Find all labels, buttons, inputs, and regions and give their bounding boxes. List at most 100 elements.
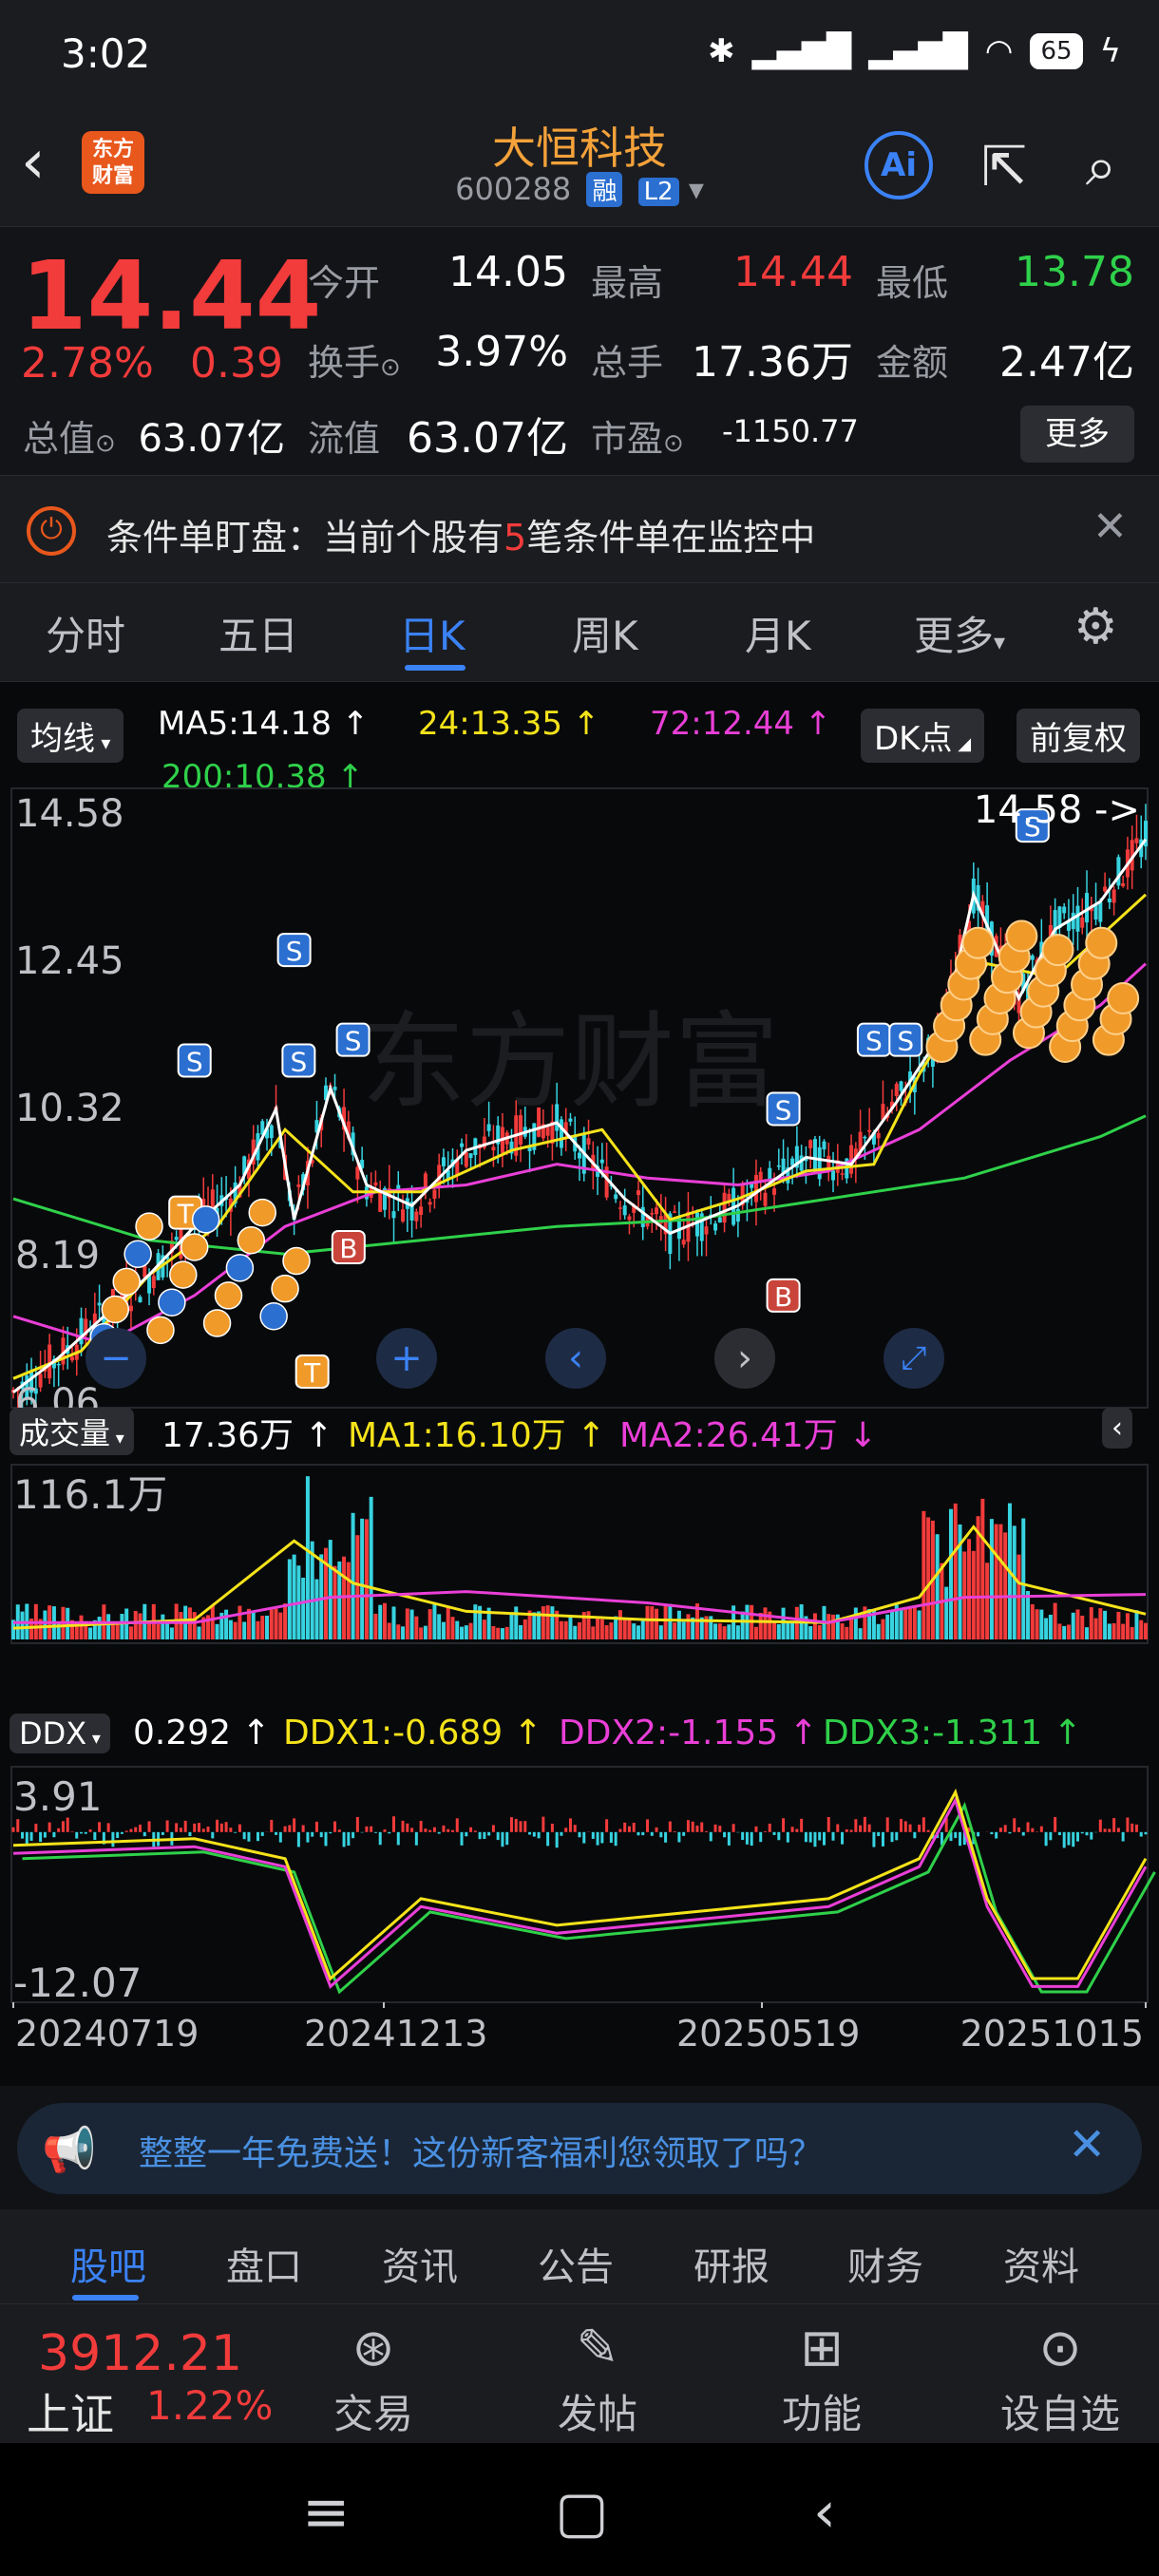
ma24-readout: 24:13.35 ↑ (418, 705, 600, 743)
volume-bar (514, 1606, 519, 1639)
ddx-bar (211, 1831, 215, 1839)
ddx-bar (142, 1831, 146, 1837)
ddx-bar (1139, 1831, 1143, 1837)
candle-body (681, 1240, 686, 1245)
ddx-bar (863, 1816, 866, 1832)
zoom-in-button[interactable]: + (376, 1328, 437, 1389)
ddx-bar (609, 1831, 613, 1844)
ddx-bar (406, 1823, 409, 1832)
search-icon[interactable]: ⌕ (1068, 133, 1134, 199)
ddx-bar (75, 1831, 79, 1839)
add-watchlist-label: 设自选 (999, 2391, 1120, 2437)
ddx-bar (750, 1831, 753, 1847)
volume-indicator-selector[interactable]: 成交量 ▾ (10, 1408, 134, 1455)
ddx-bar (275, 1831, 278, 1835)
ddx-bar (324, 1831, 328, 1847)
tab-news[interactable]: 资讯 (382, 2236, 458, 2291)
ddx-bar (165, 1820, 169, 1832)
ddx-bar (673, 1830, 676, 1832)
trade-button[interactable]: ⊛ 交易 (302, 2318, 445, 2440)
candle-body (441, 1157, 446, 1166)
tab-monthly-k[interactable]: 月K (745, 604, 811, 662)
ddx-bar (80, 1831, 84, 1834)
volume-bar (853, 1607, 858, 1639)
index-ticker[interactable]: 3912.21 上证 1.22% (0, 2304, 285, 2443)
close-icon[interactable]: ✕ (1068, 2118, 1106, 2171)
volume-bar (686, 1614, 691, 1639)
tab-finance[interactable]: 财务 (847, 2236, 923, 2291)
ddx-bar (70, 1831, 74, 1832)
main-indicator-selector[interactable]: 均线 ▾ (17, 709, 124, 763)
post-button[interactable]: ✎ 发帖 (526, 2318, 669, 2440)
ddx-indicator-selector[interactable]: DDX ▾ (10, 1714, 110, 1753)
adjustment-button[interactable]: 前复权 (1016, 709, 1140, 763)
volume-bar (147, 1622, 152, 1639)
volume-bar (369, 1496, 373, 1639)
collapse-chevron-icon[interactable]: ‹ (1102, 1408, 1132, 1449)
ai-assistant-button[interactable]: Ai (864, 131, 933, 199)
tab-more[interactable]: 更多▾ (914, 604, 1005, 662)
tab-daily-k[interactable]: 日K (399, 604, 466, 662)
volume-bar (1071, 1612, 1075, 1639)
ddx-bar (11, 1827, 15, 1832)
candle-body (1112, 889, 1116, 903)
volume-bar (1035, 1609, 1039, 1639)
ddx-chart[interactable]: 3.91 -12.07 20240719 20241213 20250519 2025… (0, 1765, 1159, 2050)
volume-bar (772, 1620, 777, 1639)
tab-profile[interactable]: 资料 (1003, 2236, 1079, 2291)
promo-banner[interactable]: 📢 整整一年免费送！这份新客福利您领取了吗？ ✕ (17, 2103, 1142, 2194)
tab-five-day[interactable]: 五日 (218, 604, 298, 662)
ddx-bar (39, 1831, 43, 1843)
volume-bar (1130, 1627, 1134, 1639)
volume-bar (269, 1609, 274, 1639)
settings-gear-icon[interactable]: ⚙ (1074, 598, 1118, 655)
signal-marker-cluster (1085, 926, 1118, 959)
more-fields-button[interactable]: 更多 (1020, 406, 1134, 463)
tab-forum[interactable]: 股吧 (70, 2236, 146, 2291)
active-bottom-tab-indicator (72, 2295, 139, 2301)
volume-bar (373, 1613, 378, 1639)
add-watchlist-button[interactable]: ⊙ 设自选 (975, 2318, 1146, 2440)
volume-bar (908, 1605, 913, 1639)
ddx-bar (161, 1831, 164, 1835)
ddx-bar (383, 1828, 387, 1832)
fullscreen-icon[interactable]: ⤢ (884, 1328, 944, 1389)
tab-orderbook[interactable]: 盘口 (226, 2236, 302, 2291)
back-icon[interactable]: ‹ (813, 2479, 836, 2546)
ddx-bar (410, 1828, 414, 1832)
tab-intraday[interactable]: 分时 (46, 604, 125, 662)
home-icon[interactable]: ▢ (555, 2479, 609, 2546)
dk-point-button[interactable]: DK点 ◢ (861, 709, 985, 763)
ddx-bar (1026, 1822, 1030, 1832)
share-icon[interactable]: ⇱ (971, 133, 1037, 199)
tab-research[interactable]: 研报 (694, 2236, 770, 2291)
ddx-bar (216, 1819, 219, 1832)
ddx-bar (705, 1830, 709, 1832)
candle-body (863, 1136, 867, 1139)
menu-icon[interactable]: ≡ (302, 2479, 350, 2546)
tab-weekly-k[interactable]: 周K (572, 604, 638, 662)
tab-announcements[interactable]: 公告 (538, 2236, 614, 2291)
status-time: 3:02 (61, 30, 151, 77)
ddx-bar (224, 1822, 228, 1832)
candle-body (812, 1139, 817, 1172)
functions-button[interactable]: ⊞ 功能 (750, 2318, 893, 2440)
ddx-bar (890, 1831, 894, 1843)
volume-bar (251, 1610, 256, 1639)
close-icon[interactable]: ✕ (1092, 502, 1128, 551)
candle-body (1080, 917, 1085, 928)
zoom-out-button[interactable]: − (86, 1328, 146, 1389)
kline-chart-area[interactable]: 均线 ▾ MA5:14.18 ↑ 24:13.35 ↑ 72:12.44 ↑ D… (0, 682, 1159, 2086)
chevron-right-icon[interactable]: › (714, 1328, 775, 1389)
candlestick-chart[interactable]: 东方财富 SSSSSS SSBBTT 14.5812.4510.328.196.0… (0, 785, 1159, 1411)
ddx-bar (116, 1831, 120, 1839)
chevron-left-icon[interactable]: ‹ (545, 1328, 606, 1389)
condition-order-notice[interactable]: ⏻ 条件单盯盘：当前个股有5笔条件单在监控中 ✕ (0, 475, 1159, 583)
volume-chart[interactable]: 116.1万 (0, 1463, 1159, 1645)
ddx-bar (34, 1824, 38, 1832)
margin-tag: 融 (586, 172, 623, 207)
candle-body (559, 1119, 563, 1148)
volume-bar (735, 1625, 740, 1639)
ddx-bar (311, 1831, 314, 1837)
ddx-bar (854, 1819, 858, 1832)
